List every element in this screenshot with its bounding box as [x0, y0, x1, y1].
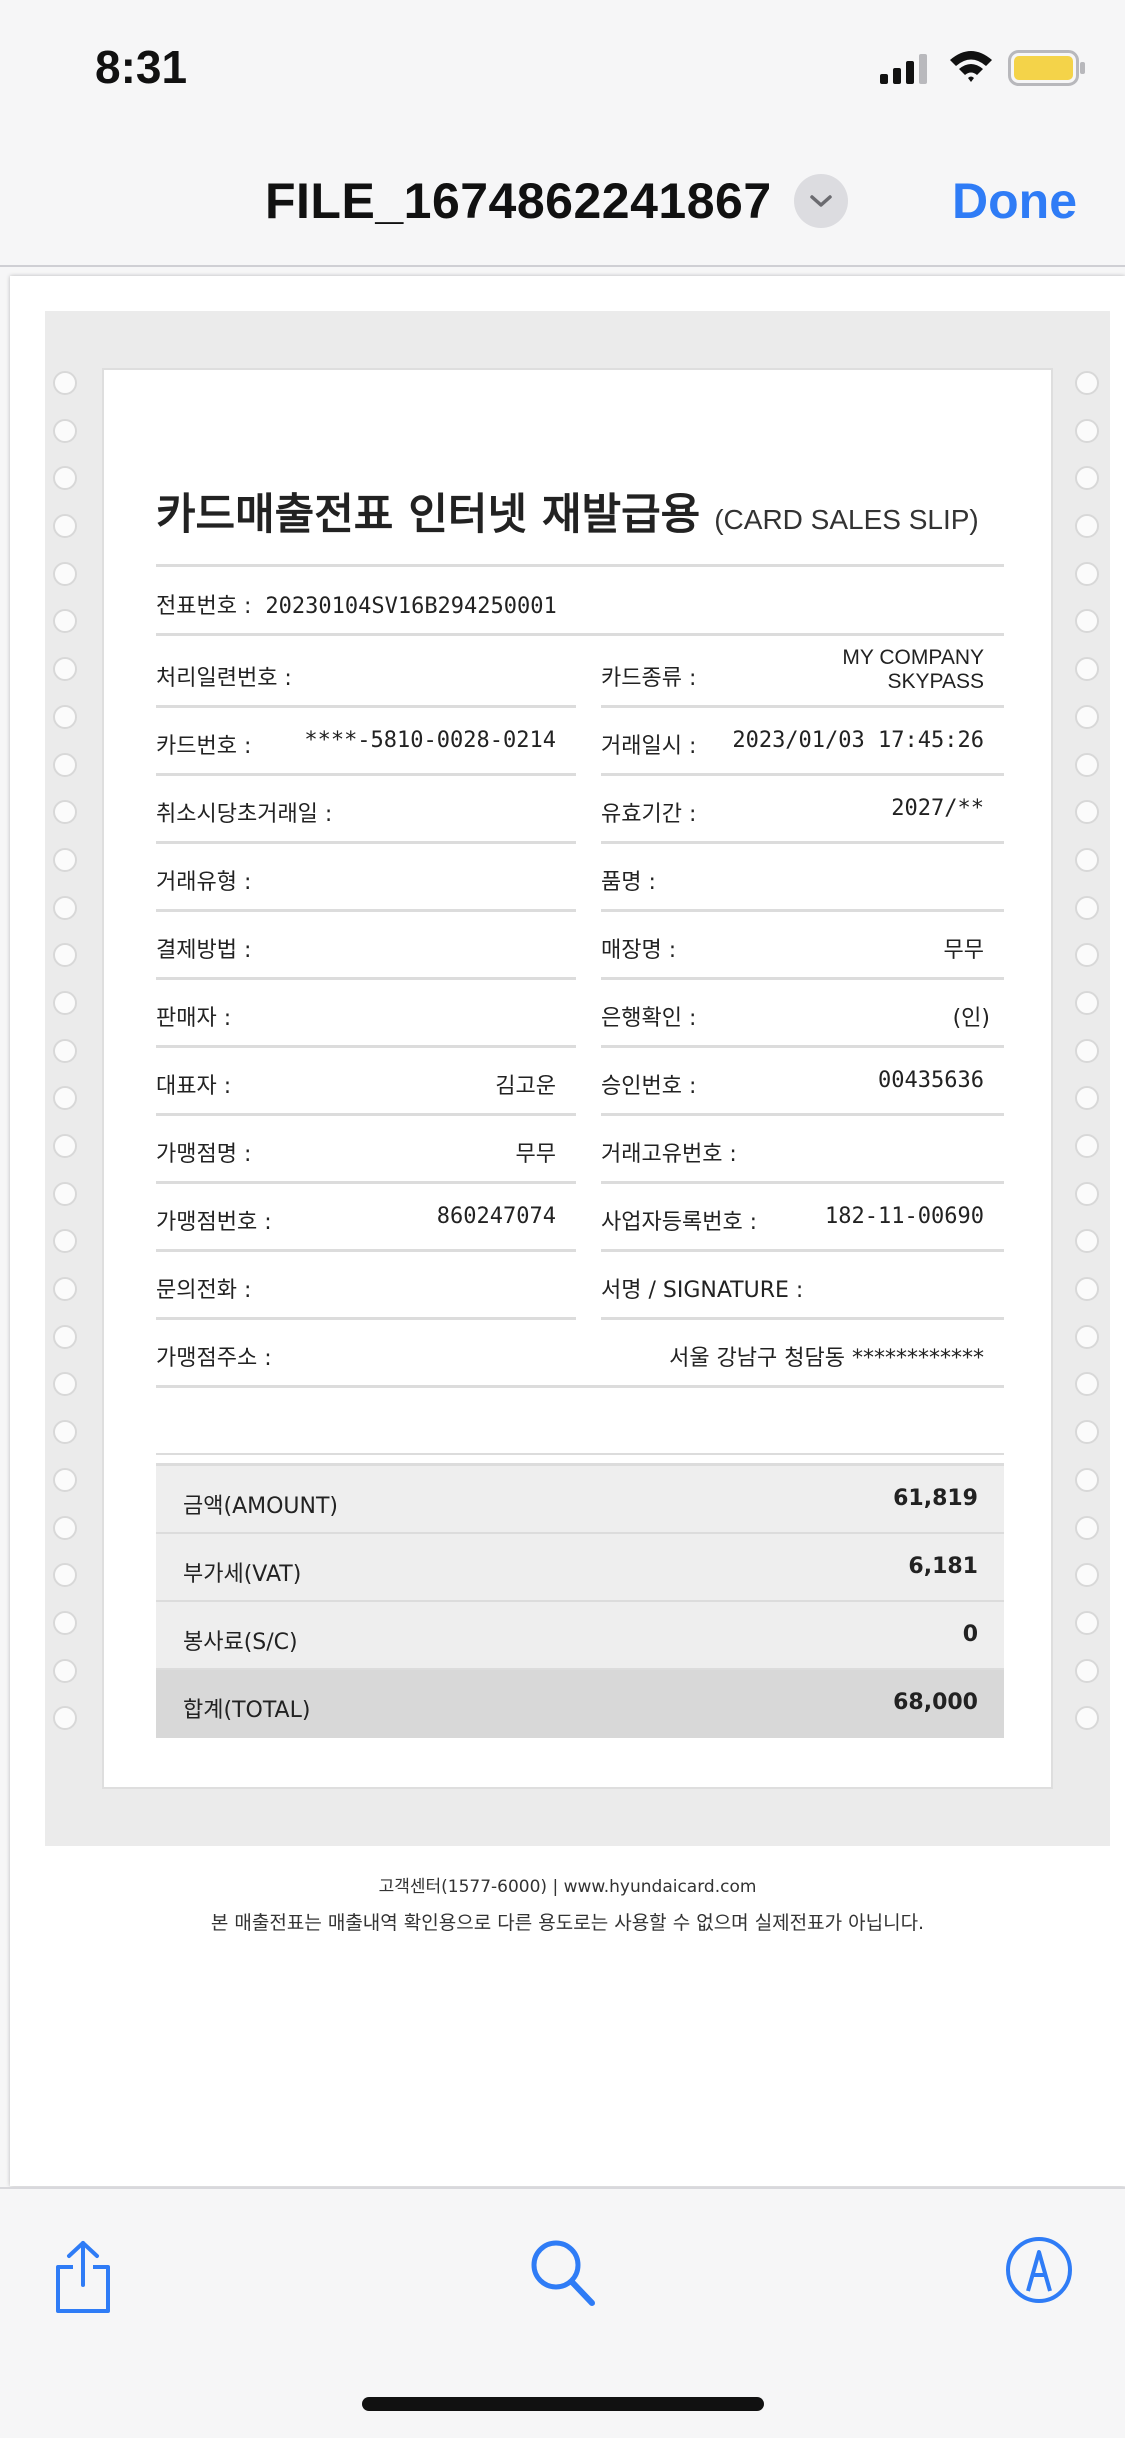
field-label: 사업자등록번호 : [601, 1210, 758, 1235]
totals-table: 금액(AMOUNT) 61,819 부가세(VAT) 6,181 봉사료(S/C… [156, 1463, 1004, 1738]
slip-title-english: (CARD SALES SLIP) [714, 504, 979, 535]
field-label: 서명 / SIGNATURE : [601, 1278, 804, 1303]
share-icon[interactable] [52, 2239, 114, 2315]
left-perforation [53, 371, 79, 1754]
field-row: 취소시당초거래일 : [156, 776, 576, 844]
field-row: 거래일시 : 2023/01/03 17:45:26 [601, 708, 1004, 776]
field-row: 거래유형 : [156, 844, 576, 912]
total-label: 부가세(VAT) [183, 1562, 302, 1587]
field-value: 서울 강남구 청담동 ************ [669, 1346, 984, 1371]
status-time: 8:31 [95, 41, 188, 93]
field-row-address: 가맹점주소 : 서울 강남구 청담동 ************ [156, 1320, 1004, 1388]
field-value: 2023/01/03 17:45:26 [732, 728, 984, 753]
field-value: 00435636 [878, 1068, 984, 1093]
field-label: 은행확인 : [601, 1006, 697, 1031]
total-row-vat: 부가세(VAT) 6,181 [156, 1534, 1004, 1602]
field-label: 가맹점번호 : [156, 1210, 272, 1235]
title-menu[interactable]: FILE_1674862241867 [265, 166, 848, 236]
field-row: 결제방법 : [156, 912, 576, 980]
status-bar: 8:31 [0, 0, 1125, 130]
total-label: 봉사료(S/C) [183, 1630, 298, 1655]
field-row: 거래고유번호 : [601, 1116, 1004, 1184]
field-row: 가맹점명 : 무무 [156, 1116, 576, 1184]
field-value: (인) [952, 1006, 990, 1031]
home-indicator[interactable] [362, 2397, 764, 2411]
field-row: 승인번호 : 00435636 [601, 1048, 1004, 1116]
total-row-service-charge: 봉사료(S/C) 0 [156, 1602, 1004, 1670]
field-row: 대표자 : 김고운 [156, 1048, 576, 1116]
total-value: 6,181 [908, 1554, 978, 1579]
field-label: 결제방법 : [156, 938, 252, 963]
field-value: ****-5810-0028-0214 [304, 728, 556, 753]
slip-number: 전표번호 : 20230104SV16B294250001 [156, 588, 557, 620]
field-row: 판매자 : [156, 980, 576, 1048]
slip-title: 카드매출전표 인터넷 재발급용 (CARD SALES SLIP) [156, 480, 979, 542]
field-row: 카드번호 : ****-5810-0028-0214 [156, 708, 576, 776]
field-label: 카드번호 : [156, 734, 252, 759]
field-value: 182-11-00690 [825, 1204, 984, 1229]
divider [156, 633, 1004, 636]
field-label: 카드종류 : [601, 666, 697, 691]
field-label: 거래유형 : [156, 870, 252, 895]
field-value: 김고운 [495, 1074, 556, 1099]
field-value: 무무 [515, 1142, 556, 1167]
markup-icon[interactable] [1004, 2235, 1074, 2305]
field-row: 문의전화 : [156, 1252, 576, 1320]
field-label: 거래고유번호 : [601, 1142, 737, 1167]
field-value: 무무 [943, 938, 984, 963]
total-row-amount: 금액(AMOUNT) 61,819 [156, 1466, 1004, 1534]
field-label: 매장명 : [601, 938, 677, 963]
search-icon[interactable] [528, 2237, 598, 2309]
total-value: 68,000 [893, 1690, 978, 1715]
document-page[interactable]: 카드매출전표 인터넷 재발급용 (CARD SALES SLIP) 전표번호 :… [10, 276, 1125, 2186]
slip-number-value: 20230104SV16B294250001 [265, 594, 557, 619]
field-value: 2027/** [891, 796, 984, 821]
tractor-feed-paper: 카드매출전표 인터넷 재발급용 (CARD SALES SLIP) 전표번호 :… [45, 311, 1110, 1846]
divider [156, 1453, 1004, 1455]
contact-footer: 고객센터(1577-6000) | www.hyundaicard.com [378, 1877, 757, 1897]
viewer-header: FILE_1674862241867 Done [0, 130, 1125, 267]
total-label: 합계(TOTAL) [183, 1698, 311, 1723]
notice-footer: 본 매출전표는 매출내역 확인용으로 다른 용도로는 사용할 수 없으며 실제전… [210, 1912, 925, 1934]
field-row: 품명 : [601, 844, 1004, 912]
total-label: 금액(AMOUNT) [183, 1494, 338, 1519]
field-label: 대표자 : [156, 1074, 232, 1099]
cellular-signal-icon [880, 54, 927, 84]
field-label: 승인번호 : [601, 1074, 697, 1099]
field-label: 가맹점명 : [156, 1142, 252, 1167]
file-title[interactable]: FILE_1674862241867 [265, 172, 772, 230]
field-row: 처리일련번호 : [156, 640, 576, 708]
done-button[interactable]: Done [952, 172, 1077, 230]
field-label: 판매자 : [156, 1006, 232, 1031]
field-row: 가맹점번호 : 860247074 [156, 1184, 576, 1252]
divider [156, 564, 1004, 567]
field-row: 유효기간 : 2027/** [601, 776, 1004, 844]
wifi-icon [950, 51, 992, 82]
field-label: 거래일시 : [601, 734, 697, 759]
field-label: 처리일련번호 : [156, 666, 292, 691]
slip-number-label: 전표번호 : [156, 594, 252, 619]
field-label: 가맹점주소 : [156, 1346, 272, 1371]
chevron-down-icon[interactable] [793, 174, 848, 228]
field-row: 서명 / SIGNATURE : [601, 1252, 1004, 1320]
slip-title-korean: 카드매출전표 인터넷 재발급용 [156, 490, 701, 540]
field-label: 품명 : [601, 870, 656, 895]
field-row: 매장명 : 무무 [601, 912, 1004, 980]
field-label: 취소시당초거래일 : [156, 802, 333, 827]
field-label: 유효기간 : [601, 802, 697, 827]
battery-icon [1008, 50, 1085, 86]
total-value: 61,819 [893, 1486, 978, 1511]
field-row: 은행확인 : (인) [601, 980, 1004, 1048]
field-value: 860247074 [436, 1204, 556, 1229]
sales-slip: 카드매출전표 인터넷 재발급용 (CARD SALES SLIP) 전표번호 :… [102, 368, 1053, 1789]
card-type-value: MY COMPANY SKYPASS [842, 646, 984, 693]
field-row: 사업자등록번호 : 182-11-00690 [601, 1184, 1004, 1252]
field-row: 카드종류 : MY COMPANY SKYPASS [601, 640, 1004, 708]
total-row-grand-total: 합계(TOTAL) 68,000 [156, 1670, 1004, 1738]
field-label: 문의전화 : [156, 1278, 252, 1303]
right-perforation [1075, 371, 1101, 1754]
total-value: 0 [962, 1622, 978, 1647]
